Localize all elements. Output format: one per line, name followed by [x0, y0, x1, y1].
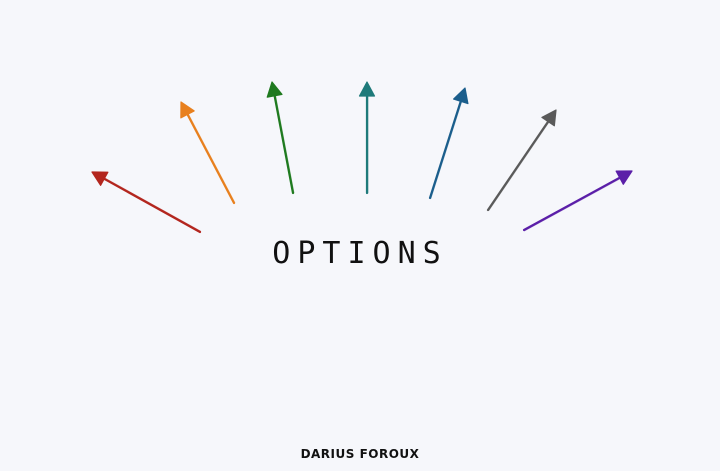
arrow-green-head [266, 81, 283, 98]
arrow-purple-shaft-sketch [523, 178, 621, 232]
arrow-orange [180, 101, 236, 205]
arrow-green-shaft [273, 94, 295, 195]
options-diagram: OPTIONS DARIUS FOROUX [0, 0, 720, 471]
arrow-blue-shaft [428, 100, 462, 200]
arrow-green [266, 81, 295, 195]
arrow-gray-shaft [486, 120, 550, 212]
arrow-orange-shaft-sketch [187, 113, 236, 204]
arrow-red-shaft [103, 177, 202, 234]
arrow-blue-head [453, 87, 469, 105]
arrow-gray-shaft-sketch [488, 121, 550, 212]
arrow-red [91, 171, 202, 234]
diagram-title: OPTIONS [272, 236, 448, 271]
arrow-purple [522, 170, 633, 232]
arrow-gray-head [541, 109, 557, 127]
arrow-blue [428, 87, 469, 200]
arrow-teal-head [358, 81, 376, 97]
arrow-green-shaft-sketch [274, 95, 295, 194]
arrow-gray [486, 109, 557, 212]
arrow-blue-shaft-sketch [430, 101, 463, 199]
author-signature: DARIUS FOROUX [300, 447, 420, 461]
arrow-teal [358, 81, 376, 195]
arrow-purple-shaft [522, 176, 621, 232]
arrow-red-shaft-sketch [104, 177, 201, 232]
arrow-orange-shaft [186, 113, 236, 205]
